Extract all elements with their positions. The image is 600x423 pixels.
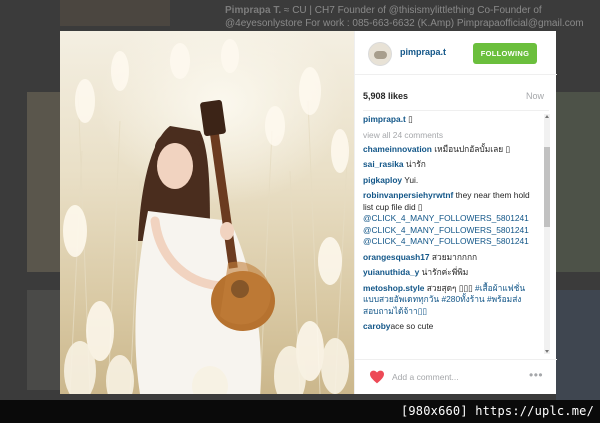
caption-text: ▯ bbox=[408, 114, 413, 124]
comment-username[interactable]: yuianuthida_y bbox=[363, 267, 419, 277]
likes-count[interactable]: 5,908 likes bbox=[363, 91, 408, 101]
scrollbar-thumb[interactable] bbox=[544, 147, 550, 227]
comment-item: chameinnovation เหมือนปกอัลบั้มเลย ▯ bbox=[363, 144, 538, 155]
background-profile-image bbox=[60, 0, 170, 26]
comment-mention[interactable]: @CLICK_4_MANY_FOLLOWERS_5801241 bbox=[363, 225, 538, 236]
comment-mention[interactable]: @CLICK_4_MANY_FOLLOWERS_5801241 bbox=[363, 236, 538, 247]
background-grid-tile[interactable] bbox=[556, 92, 600, 272]
background-bio-line2: @4eyesonlystore For work : 085-663-6632 … bbox=[225, 18, 584, 29]
comment-username[interactable]: pigkaploy bbox=[363, 175, 402, 185]
comment-username[interactable]: robinvanpersiehyrwtnf bbox=[363, 190, 453, 200]
comment-item: metoshop.style สวยสุดๆ ▯▯▯ #เสื้อผ้าแฟชั… bbox=[363, 283, 538, 317]
comment-username[interactable]: orangesquash17 bbox=[363, 252, 430, 262]
background-grid-tile[interactable] bbox=[556, 290, 600, 400]
caption-username[interactable]: pimprapa.t bbox=[363, 114, 406, 124]
following-button[interactable]: FOLLOWING bbox=[473, 43, 537, 64]
comments-list[interactable]: pimprapa.t ▯ view all 24 comments chamei… bbox=[363, 110, 549, 354]
comment-text: ace so cute bbox=[390, 321, 434, 332]
comments-scrollbar[interactable] bbox=[544, 114, 550, 354]
photo-illustration bbox=[63, 39, 349, 394]
comment-text: Yui. bbox=[402, 174, 419, 185]
comment-username[interactable]: chameinnovation bbox=[363, 144, 432, 154]
comment-item: yuianuthida_y น่ารักค่ะพี่พิม bbox=[363, 267, 538, 278]
comment-item: pigkaploy Yui. bbox=[363, 175, 538, 186]
post-username[interactable]: pimprapa.t bbox=[400, 47, 446, 57]
comment-username[interactable]: metoshop.style bbox=[363, 283, 424, 293]
background-grid-tile[interactable] bbox=[27, 290, 60, 390]
post-timestamp: Now bbox=[525, 91, 544, 101]
caption: pimprapa.t ▯ bbox=[363, 114, 538, 125]
comment-item: carobyace so cute bbox=[363, 321, 538, 332]
background-bio-line1: ≈ CU | CH7 Founder of @thisismylittlethi… bbox=[283, 5, 542, 16]
more-options-icon[interactable]: ••• bbox=[529, 369, 543, 381]
watermark-text: [980x660] https://uplc.me/ bbox=[400, 404, 594, 418]
post-photo[interactable] bbox=[60, 31, 354, 394]
comment-username[interactable]: sai_rasika bbox=[363, 159, 404, 169]
add-comment-input[interactable] bbox=[392, 368, 512, 386]
comment-text: น่ารัก bbox=[403, 159, 426, 170]
comment-username[interactable]: caroby bbox=[363, 321, 390, 331]
view-all-comments-link[interactable]: view all 24 comments bbox=[363, 130, 538, 140]
heart-icon[interactable] bbox=[369, 370, 385, 384]
post-actions: ••• bbox=[355, 359, 557, 394]
comment-text: สวยสุดๆ ▯▯▯ bbox=[424, 282, 473, 293]
comment-text: น่ารักค่ะพี่พิม bbox=[419, 267, 469, 278]
background-grid-tile[interactable] bbox=[27, 92, 60, 272]
comment-mention[interactable]: @CLICK_4_MANY_FOLLOWERS_5801241 bbox=[363, 213, 538, 224]
avatar[interactable] bbox=[368, 42, 392, 66]
background-profile-name: Pimprapa T. bbox=[225, 5, 282, 16]
comment-text: สวยมากกกก bbox=[429, 251, 478, 262]
comment-item: robinvanpersiehyrwtnf they near them hol… bbox=[363, 190, 538, 247]
post-sidebar: pimprapa.t FOLLOWING 5,908 likes Now pim… bbox=[354, 31, 557, 394]
comment-item: sai_rasika น่ารัก bbox=[363, 159, 538, 170]
post-modal: pimprapa.t FOLLOWING 5,908 likes Now pim… bbox=[60, 31, 557, 394]
avatar-image bbox=[374, 51, 387, 59]
scroll-down-icon[interactable] bbox=[545, 350, 549, 353]
background-profile-bio: Pimprapa T. ≈ CU | CH7 Founder of @thisi… bbox=[225, 4, 595, 30]
scroll-up-icon[interactable] bbox=[545, 115, 549, 118]
post-header: pimprapa.t FOLLOWING bbox=[355, 31, 557, 75]
comment-text: เหมือนปกอัลบั้มเลย ▯ bbox=[431, 143, 511, 154]
comment-item: orangesquash17 สวยมากกกก bbox=[363, 252, 538, 263]
